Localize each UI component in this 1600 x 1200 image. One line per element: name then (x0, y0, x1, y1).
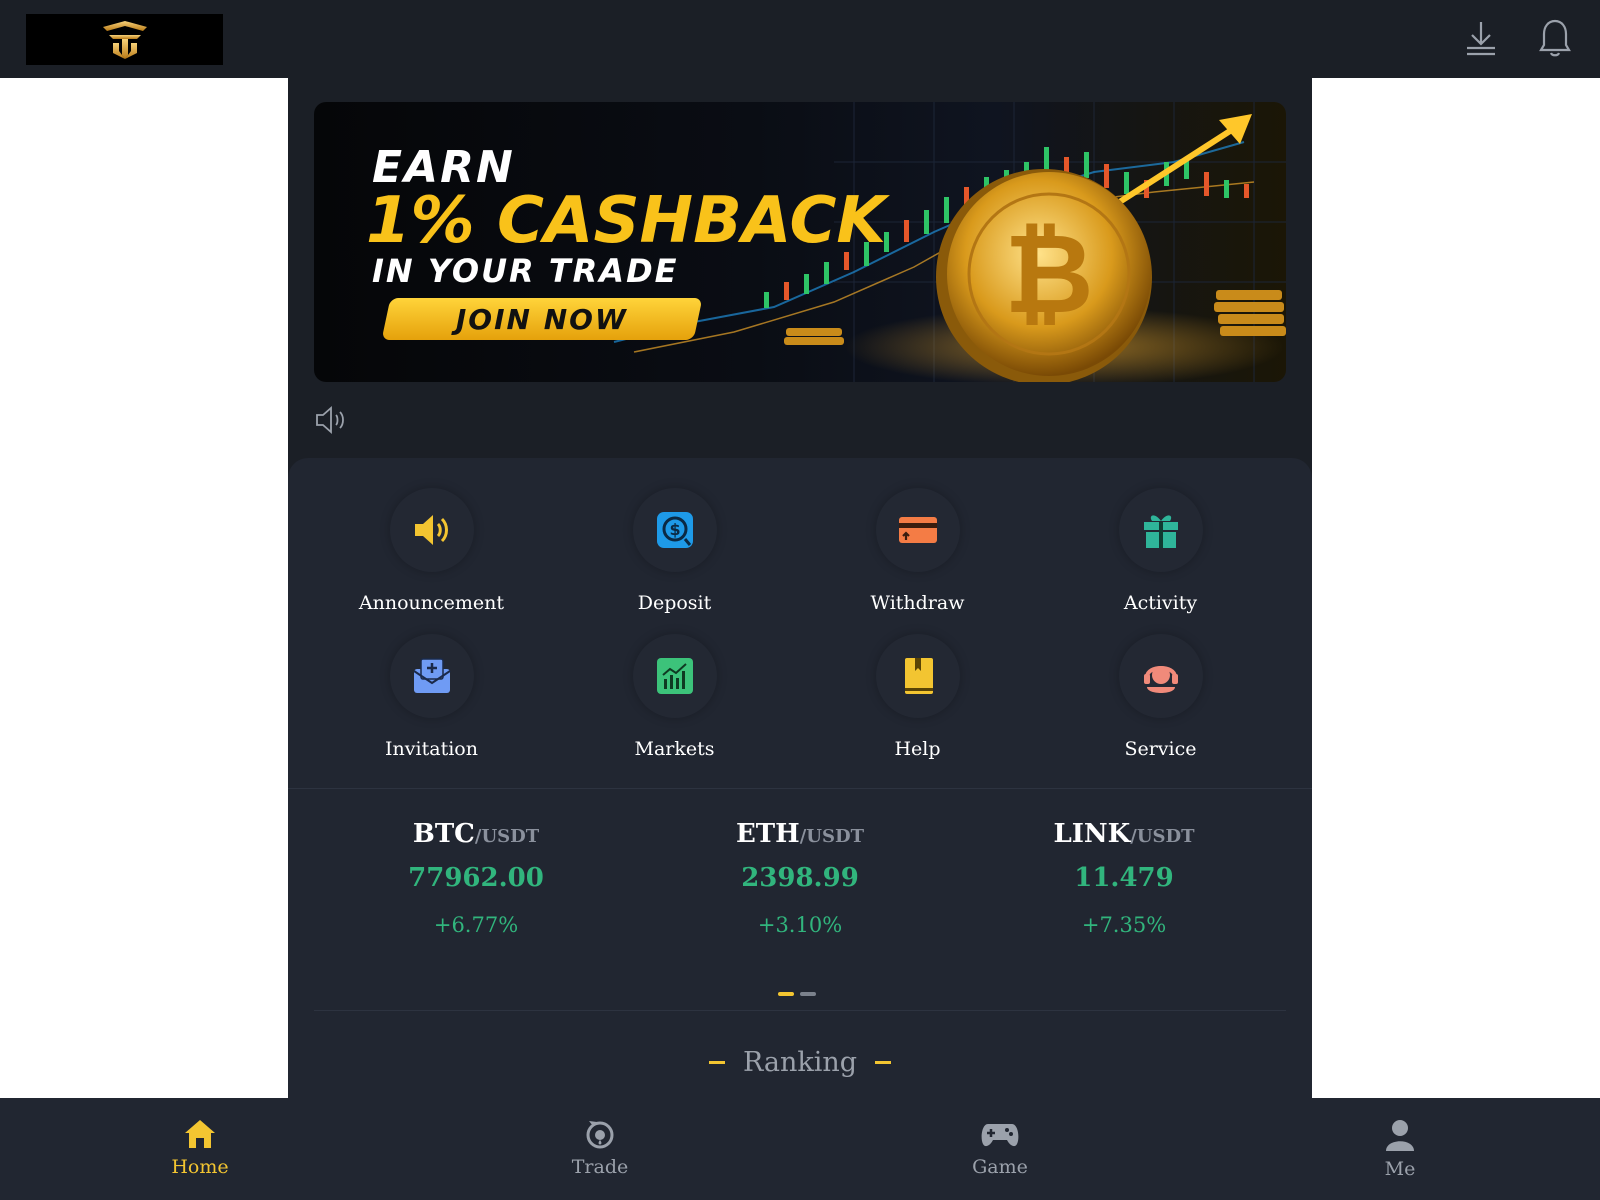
ticker-price: 77962.00 (408, 863, 544, 893)
menu-label: Invitation (385, 738, 478, 760)
ranking-header: Ranking (288, 1047, 1312, 1078)
menu-item-activity[interactable]: Activity (1039, 488, 1282, 616)
nav-label: Game (972, 1156, 1028, 1178)
quick-menu-panel: Announcement $ Deposit Withdraw Activity… (288, 458, 1312, 788)
bottom-nav: Home Trade Game Me (0, 1098, 1600, 1200)
pair-label: BTC/USDT (412, 819, 540, 849)
home-icon (185, 1120, 215, 1148)
ranking-title: Ranking (742, 1047, 858, 1078)
pair-label: ETH/USDT (735, 819, 864, 849)
banner-cashback-text: 1% CASHBACK (366, 184, 886, 258)
banner-trade-text: IN YOUR TRADE (372, 252, 679, 290)
envelope-icon (412, 658, 451, 693)
brand-logo[interactable] (26, 14, 223, 65)
notice-bar[interactable] (314, 400, 348, 440)
ticker-divider (314, 1010, 1286, 1011)
gift-icon (1143, 515, 1178, 548)
pair-label: LINK/USDT (1053, 819, 1195, 849)
ticker-price: 11.479 (1074, 863, 1174, 893)
join-now-button[interactable]: JOIN NOW (381, 298, 703, 340)
menu-item-markets[interactable]: Markets (553, 634, 796, 762)
menu-label: Help (894, 738, 941, 760)
main-content: ₿ EARN 1% CASHBACK IN YOUR TRADE JOIN NO… (288, 78, 1312, 1098)
menu-item-withdraw[interactable]: Withdraw (796, 488, 1039, 616)
carousel-dot-2[interactable] (800, 992, 816, 996)
bell-icon[interactable] (1535, 18, 1575, 58)
menu-label: Deposit (637, 592, 712, 614)
menu-label: Withdraw (870, 592, 965, 614)
ticker-eth[interactable]: ETH/USDT 2398.99 +3.10% (638, 819, 962, 937)
megaphone-icon (414, 515, 448, 545)
carousel-indicator (778, 992, 816, 996)
ranking-dash-right (875, 1061, 892, 1064)
menu-item-deposit[interactable]: $ Deposit (553, 488, 796, 616)
ranking-dash-left (708, 1061, 725, 1064)
speaker-outline-icon (316, 406, 344, 434)
ticker-price: 2398.99 (741, 863, 859, 893)
logo-emblem-icon (102, 20, 147, 59)
nav-home[interactable]: Home (0, 1098, 400, 1200)
carousel-dot-1[interactable] (778, 992, 794, 996)
top-bar (0, 0, 1600, 78)
download-icon[interactable] (1461, 18, 1501, 58)
menu-item-announcement[interactable]: Announcement (310, 488, 553, 616)
menu-label: Activity (1123, 592, 1198, 614)
trade-icon (586, 1121, 614, 1149)
menu-item-help[interactable]: Help (796, 634, 1039, 762)
ticker-panel: BTC/USDT 77962.00 +6.77% ETH/USDT 2398.9… (288, 789, 1312, 1098)
nav-me[interactable]: Me (1200, 1098, 1600, 1200)
nav-label: Trade (571, 1156, 629, 1178)
ticker-link[interactable]: LINK/USDT 11.479 +7.35% (962, 819, 1286, 937)
menu-label: Announcement (358, 592, 505, 614)
ticker-change: +3.10% (757, 913, 843, 937)
nav-game[interactable]: Game (800, 1098, 1200, 1200)
menu-label: Service (1124, 738, 1197, 760)
card-icon (898, 517, 937, 543)
promo-banner[interactable]: ₿ EARN 1% CASHBACK IN YOUR TRADE JOIN NO… (314, 102, 1286, 382)
ticker-change: +7.35% (1081, 913, 1167, 937)
ticker-change: +6.77% (433, 913, 519, 937)
svg-text:$: $ (669, 520, 680, 539)
headset-icon (1143, 666, 1178, 693)
gamepad-icon (981, 1124, 1019, 1147)
deposit-icon: $ (656, 512, 693, 548)
svg-text:₿: ₿ (1004, 210, 1094, 338)
nav-label: Me (1384, 1158, 1416, 1180)
chart-icon (656, 658, 693, 694)
ticker-btc[interactable]: BTC/USDT 77962.00 +6.77% (314, 819, 638, 937)
nav-label: Home (171, 1156, 229, 1178)
book-icon (904, 658, 933, 694)
menu-item-invitation[interactable]: Invitation (310, 634, 553, 762)
menu-label: Markets (634, 738, 715, 760)
menu-item-service[interactable]: Service (1039, 634, 1282, 762)
nav-trade[interactable]: Trade (400, 1098, 800, 1200)
user-icon (1386, 1120, 1414, 1151)
join-now-label: JOIN NOW (456, 302, 628, 336)
